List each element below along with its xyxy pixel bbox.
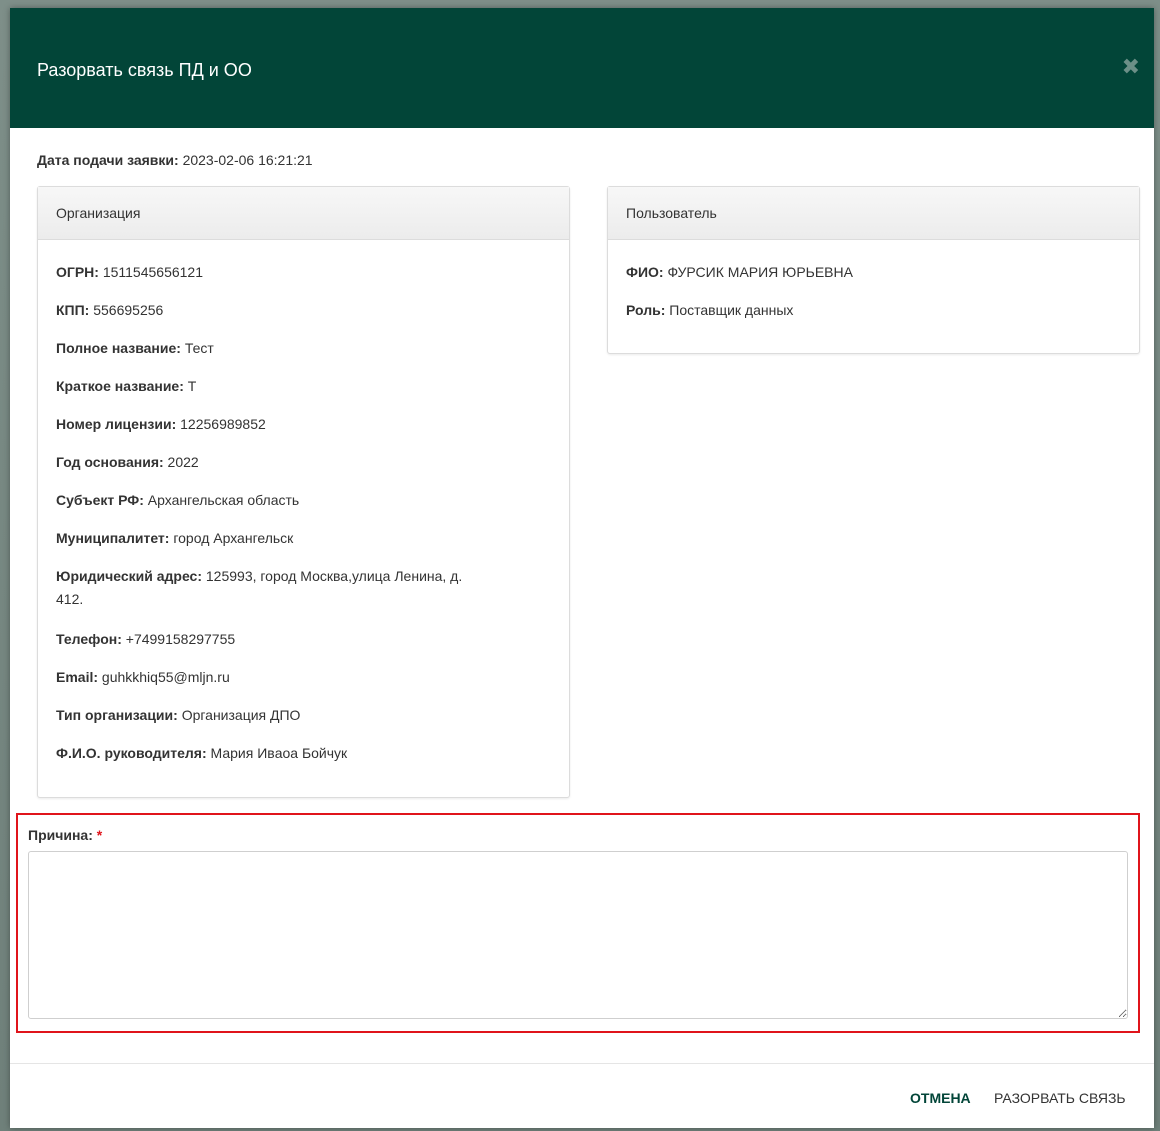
field-label: Полное название: — [56, 340, 181, 356]
required-marker: * — [96, 827, 103, 843]
field-label: Муниципалитет: — [56, 530, 170, 546]
org-legal-address: Юридический адрес: 125993, город Москва,… — [56, 565, 546, 611]
field-value: 556695256 — [93, 302, 164, 318]
field-value: Архангельская область — [147, 492, 300, 508]
org-phone: Телефон: +7499158297755 — [56, 628, 235, 651]
field-label: Email: — [56, 669, 99, 685]
field-label: Год основания: — [56, 454, 164, 470]
organization-panel: Организация ОГРН: 1511545656121 КПП: 556… — [37, 186, 570, 798]
cancel-button[interactable]: ОТМЕНА — [910, 1090, 971, 1106]
org-type: Тип организации: Организация ДПО — [56, 704, 300, 727]
field-label: Роль: — [626, 302, 666, 318]
unlink-button[interactable]: РАЗОРВАТЬ СВЯЗЬ — [994, 1090, 1126, 1106]
org-founding-year: Год основания: 2022 — [56, 451, 199, 474]
org-kpp: КПП: 556695256 — [56, 299, 163, 322]
field-value: 1511545656121 — [102, 264, 204, 280]
org-license-number: Номер лицензии: 12256989852 — [56, 413, 266, 436]
field-value: Поставщик данных — [669, 302, 794, 318]
field-label: КПП: — [56, 302, 90, 318]
field-label: Юридический адрес: — [56, 568, 202, 584]
org-municipality: Муниципалитет: город Архангельск — [56, 527, 293, 550]
reason-textarea[interactable] — [28, 851, 1128, 1019]
field-value: ФУРСИК МАРИЯ ЮРЬЕВНА — [667, 264, 853, 280]
user-panel: Пользователь ФИО: ФУРСИК МАРИЯ ЮРЬЕВНА Р… — [607, 186, 1140, 354]
field-label: Субъект РФ: — [56, 492, 144, 508]
footer-divider — [10, 1063, 1154, 1064]
application-date-value: 2023-02-06 16:21:21 — [182, 152, 313, 168]
field-label: Краткое название: — [56, 378, 184, 394]
reason-label: Причина: * — [28, 827, 102, 843]
field-value: Организация ДПО — [181, 707, 301, 723]
field-label: ФИО: — [626, 264, 664, 280]
org-full-name: Полное название: Тест — [56, 337, 214, 360]
application-date: Дата подачи заявки: 2023-02-06 16:21:21 — [37, 152, 313, 168]
org-email: Email: guhkkhiq55@mljn.ru — [56, 666, 230, 689]
dialog-title: Разорвать связь ПД и ОО — [37, 60, 252, 80]
field-value: +7499158297755 — [125, 631, 236, 647]
user-fio: ФИО: ФУРСИК МАРИЯ ЮРЬЕВНА — [626, 261, 853, 284]
field-label: ОГРН: — [56, 264, 99, 280]
field-value: 2022 — [167, 454, 199, 470]
field-value-line2: 412. — [56, 591, 84, 607]
field-value: 125993, город Москва,улица Ленина, д. — [205, 568, 463, 584]
org-ogrn: ОГРН: 1511545656121 — [56, 261, 203, 284]
organization-panel-heading: Организация — [38, 187, 569, 240]
field-value: Тест — [184, 340, 214, 356]
field-label: Ф.И.О. руководителя: — [56, 745, 207, 761]
field-value: 12256989852 — [180, 416, 266, 432]
field-label: Номер лицензии: — [56, 416, 177, 432]
field-value: город Архангельск — [173, 530, 294, 546]
application-date-label: Дата подачи заявки: — [37, 152, 179, 168]
reason-label-text: Причина: — [28, 827, 93, 843]
field-value: guhkkhiq55@mljn.ru — [101, 669, 230, 685]
field-label: Телефон: — [56, 631, 122, 647]
field-value: Мария Ивaоа Бойчук — [210, 745, 348, 761]
org-director: Ф.И.О. руководителя: Мария Ивaоа Бойчук — [56, 742, 347, 765]
org-short-name: Краткое название: Т — [56, 375, 196, 398]
dialog-header: Разорвать связь ПД и ОО ✖ — [10, 8, 1154, 128]
user-panel-heading: Пользователь — [608, 187, 1139, 240]
close-icon[interactable]: ✖ — [1122, 56, 1140, 78]
field-value: Т — [187, 378, 197, 394]
field-label: Тип организации: — [56, 707, 178, 723]
org-region: Субъект РФ: Архангельская область — [56, 489, 299, 512]
reason-highlight: Причина: * — [16, 813, 1140, 1033]
user-role: Роль: Поставщик данных — [626, 299, 793, 322]
